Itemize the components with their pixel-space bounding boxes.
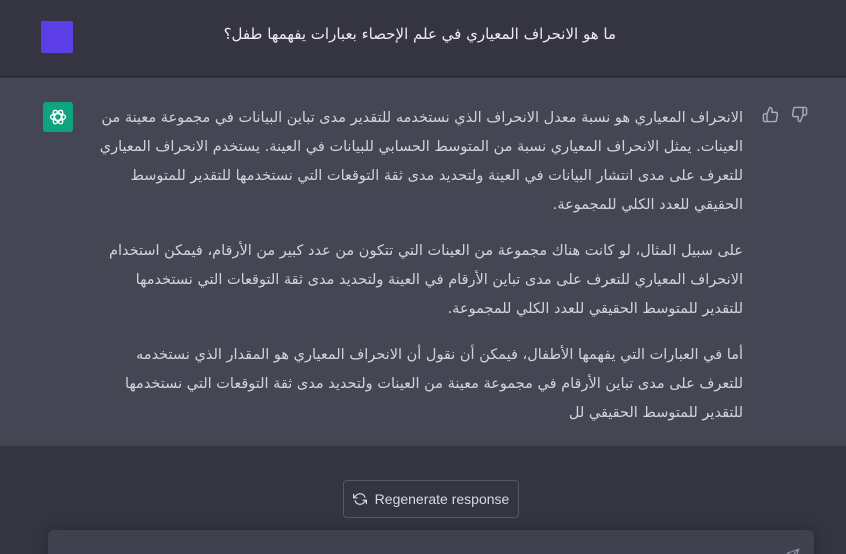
user-avatar (41, 21, 73, 53)
assistant-message-row: الانحراف المعياري هو نسبة معدل الانحراف … (0, 78, 846, 446)
message-input[interactable] (48, 530, 814, 554)
thumbs-down-icon[interactable] (791, 106, 808, 123)
answer-paragraph: الانحراف المعياري هو نسبة معدل الانحراف … (99, 110, 743, 213)
regenerate-response-button[interactable]: Regenerate response (343, 480, 519, 518)
user-message-row: ما هو الانحراف المعياري في علم الإحصاء ب… (0, 0, 846, 77)
regenerate-label: Regenerate response (374, 491, 510, 507)
user-message-text: ما هو الانحراف المعياري في علم الإحصاء ب… (223, 25, 616, 43)
answer-paragraph: أما في العبارات التي يفهمها الأطفال، فيم… (124, 347, 743, 421)
refresh-icon (352, 493, 367, 505)
assistant-message-text: الانحراف المعياري هو نسبة معدل الانحراف … (97, 104, 743, 445)
chat-page: ما هو الانحراف المعياري في علم الإحصاء ب… (0, 0, 846, 554)
answer-paragraph: على سبيل المثال، لو كانت هناك مجموعة من … (108, 243, 743, 317)
openai-logo-icon (43, 102, 73, 132)
thumbs-up-icon[interactable] (762, 106, 779, 123)
feedback-buttons (762, 106, 808, 123)
send-icon[interactable] (786, 548, 800, 554)
